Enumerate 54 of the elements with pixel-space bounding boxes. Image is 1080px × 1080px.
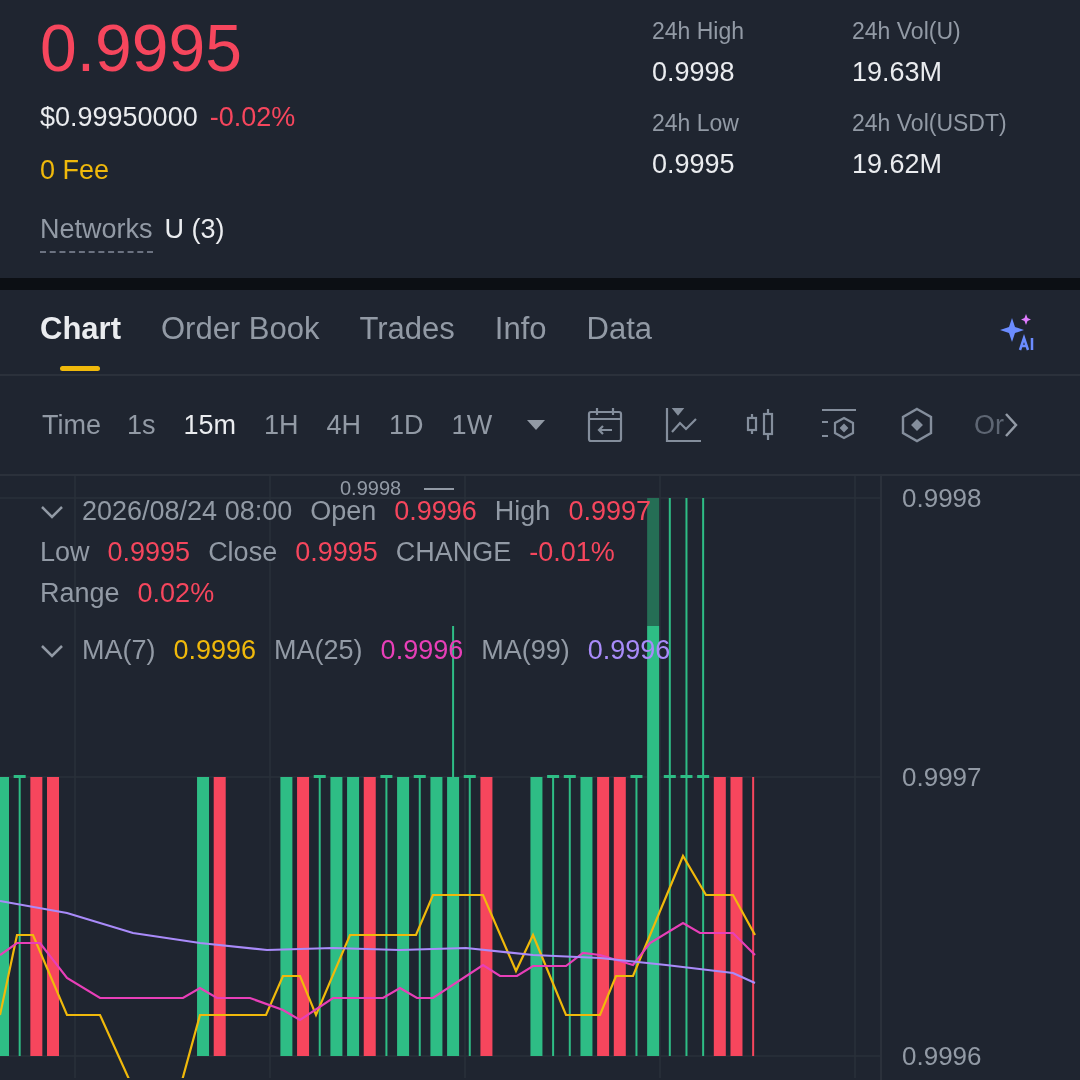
price-axis-label: 0.9997: [902, 761, 982, 793]
usd-price: $0.99950000: [40, 102, 198, 133]
ohlc-label: Close: [208, 537, 278, 568]
interval-option[interactable]: 1s: [127, 409, 156, 441]
ohlc-value: 0.9995: [295, 537, 378, 568]
ohlc-value: -0.01%: [529, 537, 615, 568]
ma-label: MA(99): [481, 635, 570, 666]
networks-label[interactable]: Networks: [40, 214, 153, 253]
chevron-down-icon[interactable]: [40, 642, 64, 659]
ohlc-label: CHANGE: [395, 537, 512, 568]
stat-label: 24h Vol(U): [852, 18, 962, 45]
ohlc-label: High: [494, 496, 551, 527]
tab[interactable]: Order Book: [160, 290, 320, 374]
networks-value: U (3): [164, 214, 225, 245]
interval-option[interactable]: 1W: [451, 409, 493, 441]
ma-label: MA(7): [82, 635, 156, 666]
tab[interactable]: Info: [494, 290, 547, 374]
high-price-marker: 0.9998: [340, 477, 402, 499]
ma-label: MA(25): [274, 635, 363, 666]
tab[interactable]: Data: [586, 290, 652, 374]
ohlc-label: Range: [40, 578, 120, 609]
fee-label: 0 Fee: [40, 155, 111, 186]
interval-option[interactable]: 4H: [326, 409, 362, 441]
price-change: -0.02%: [209, 102, 296, 133]
ohlc-value: 0.9997: [568, 496, 651, 527]
calendar-icon[interactable]: [586, 406, 625, 444]
tab[interactable]: Chart: [40, 290, 121, 374]
ohlc-label: Low: [40, 537, 90, 568]
interval-option[interactable]: 1D: [389, 409, 424, 441]
stat-value: 0.9998: [652, 57, 736, 88]
interval-option[interactable]: 1H: [264, 409, 299, 441]
chevron-down-icon[interactable]: [40, 503, 64, 520]
stat-value: 0.9995: [652, 149, 736, 180]
dropdown-caret-icon[interactable]: [526, 419, 547, 431]
interval-label: Time: [42, 409, 101, 441]
chevron-right-icon[interactable]: [1004, 412, 1019, 438]
ohlc-value: 0.9995: [107, 537, 191, 568]
tab[interactable]: Trades: [359, 290, 455, 374]
stat-value: 19.63M: [852, 57, 944, 88]
interval-option[interactable]: 15m: [183, 409, 237, 441]
ohlc-label: Open: [310, 496, 377, 527]
ma-value: 0.9996: [173, 635, 257, 666]
candle-datetime: 2026/08/24 08:00: [82, 496, 293, 527]
last-price: 0.9995: [40, 12, 243, 84]
stat-label: 24h High: [652, 18, 746, 45]
price-axis-label: 0.9998: [902, 482, 982, 514]
ohlc-value: 0.9996: [394, 496, 477, 527]
price-axis-label: 0.9996: [902, 1040, 982, 1072]
line-chart-icon[interactable]: [664, 406, 703, 444]
ohlc-value: 0.02%: [137, 578, 215, 609]
stat-label: 24h Low: [652, 110, 740, 137]
high-price-tick: [423, 488, 455, 490]
stat-label: 24h Vol(USDT): [852, 110, 1008, 137]
stat-value: 19.62M: [852, 149, 944, 180]
